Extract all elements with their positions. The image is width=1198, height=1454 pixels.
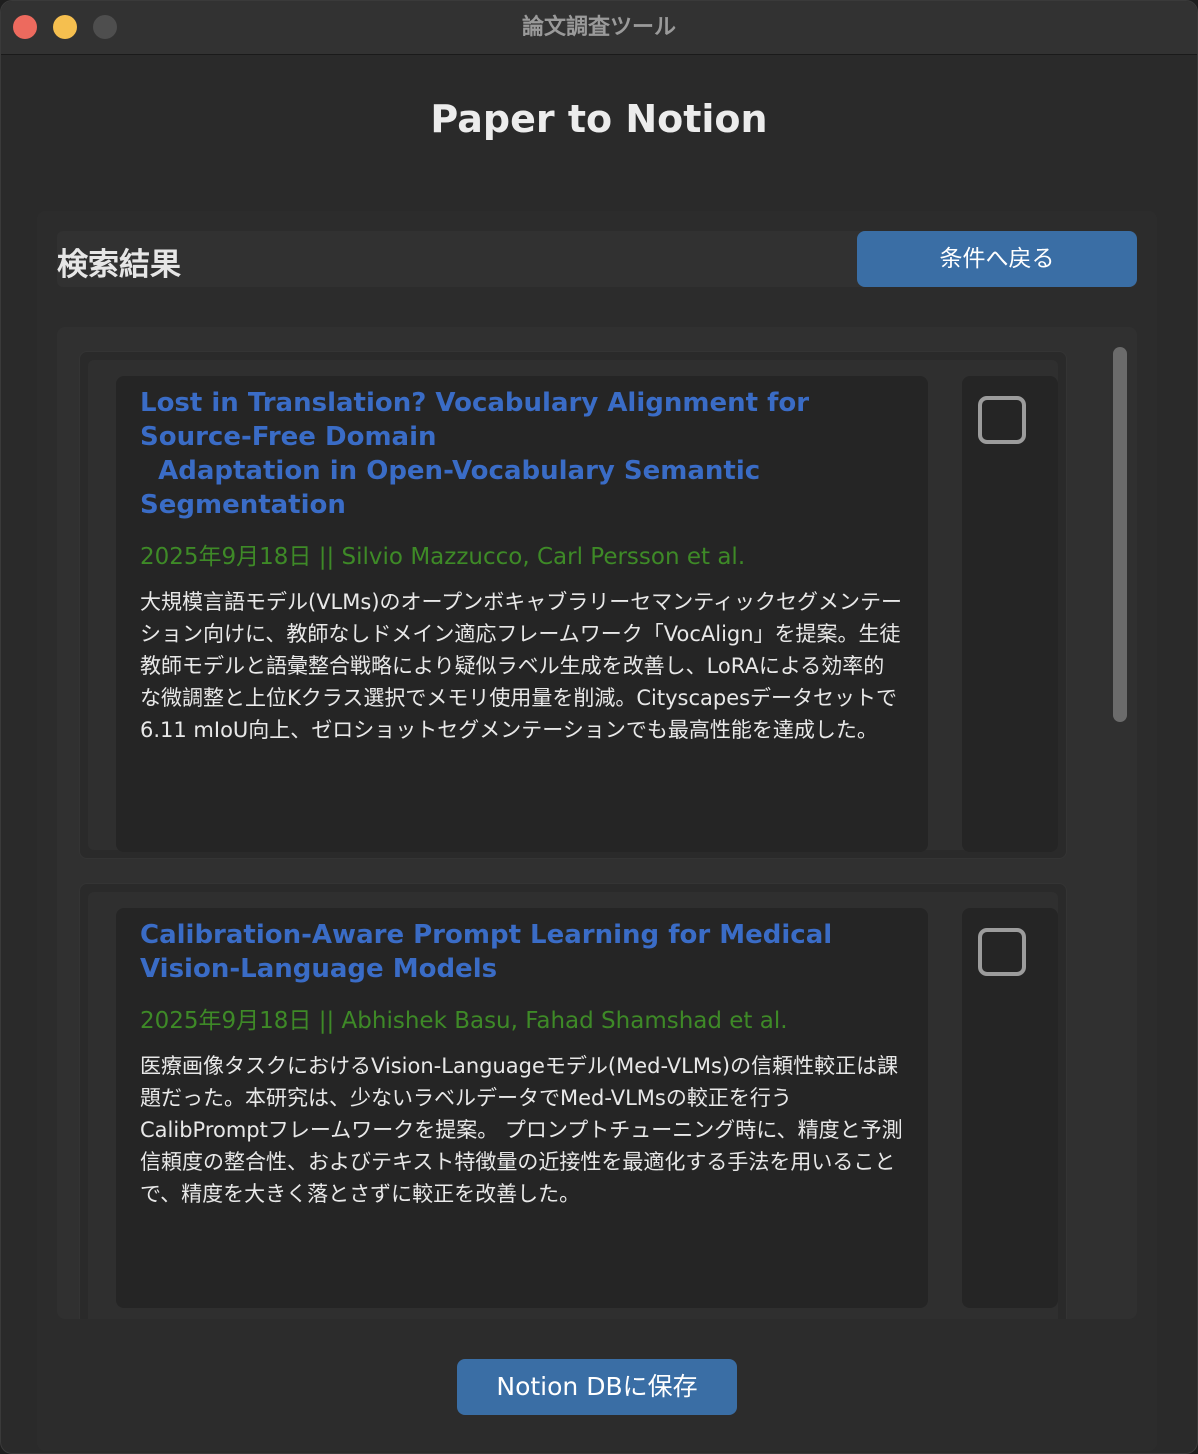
paper-select-column <box>962 908 1058 1308</box>
paper-meta: 2025年9月18日 || Abhishek Basu, Fahad Shams… <box>140 1008 788 1034</box>
paper-card-inner: Calibration-Aware Prompt Learning for Me… <box>88 892 1058 1319</box>
results-list[interactable]: Lost in Translation? Vocabulary Alignmen… <box>57 327 1137 1319</box>
paper-select-column <box>962 376 1058 852</box>
scrollbar-thumb[interactable] <box>1113 347 1127 722</box>
paper-select-checkbox[interactable] <box>978 928 1026 976</box>
window-title: 論文調査ツール <box>521 15 676 40</box>
paper-title-link[interactable]: Lost in Translation? Vocabulary Alignmen… <box>140 386 904 522</box>
paper-summary: 大規模言語モデル(VLMs)のオープンボキャブラリーセマンティックセグメンテーシ… <box>140 590 902 742</box>
title-bar: 論文調査ツール <box>1 1 1197 55</box>
app-title: Paper to Notion <box>430 97 768 141</box>
paper-content: Lost in Translation? Vocabulary Alignmen… <box>116 376 928 852</box>
paper-meta: 2025年9月18日 || Silvio Mazzucco, Carl Pers… <box>140 544 746 570</box>
results-heading: 検索結果 <box>57 247 181 283</box>
app-window: 論文調査ツール Paper to Notion 検索結果 条件へ戻る Lost … <box>0 0 1198 1454</box>
back-to-conditions-button[interactable]: 条件へ戻る <box>857 231 1137 287</box>
paper-content: Calibration-Aware Prompt Learning for Me… <box>116 908 928 1308</box>
paper-card: Lost in Translation? Vocabulary Alignmen… <box>79 351 1067 859</box>
paper-title-link[interactable]: Calibration-Aware Prompt Learning for Me… <box>140 918 904 986</box>
save-to-notion-button[interactable]: Notion DBに保存 <box>457 1359 737 1415</box>
paper-card: Calibration-Aware Prompt Learning for Me… <box>79 883 1067 1319</box>
paper-card-inner: Lost in Translation? Vocabulary Alignmen… <box>88 360 1058 852</box>
paper-select-checkbox[interactable] <box>978 396 1026 444</box>
paper-summary: 医療画像タスクにおけるVision-Languageモデル(Med-VLMs)の… <box>140 1054 903 1206</box>
